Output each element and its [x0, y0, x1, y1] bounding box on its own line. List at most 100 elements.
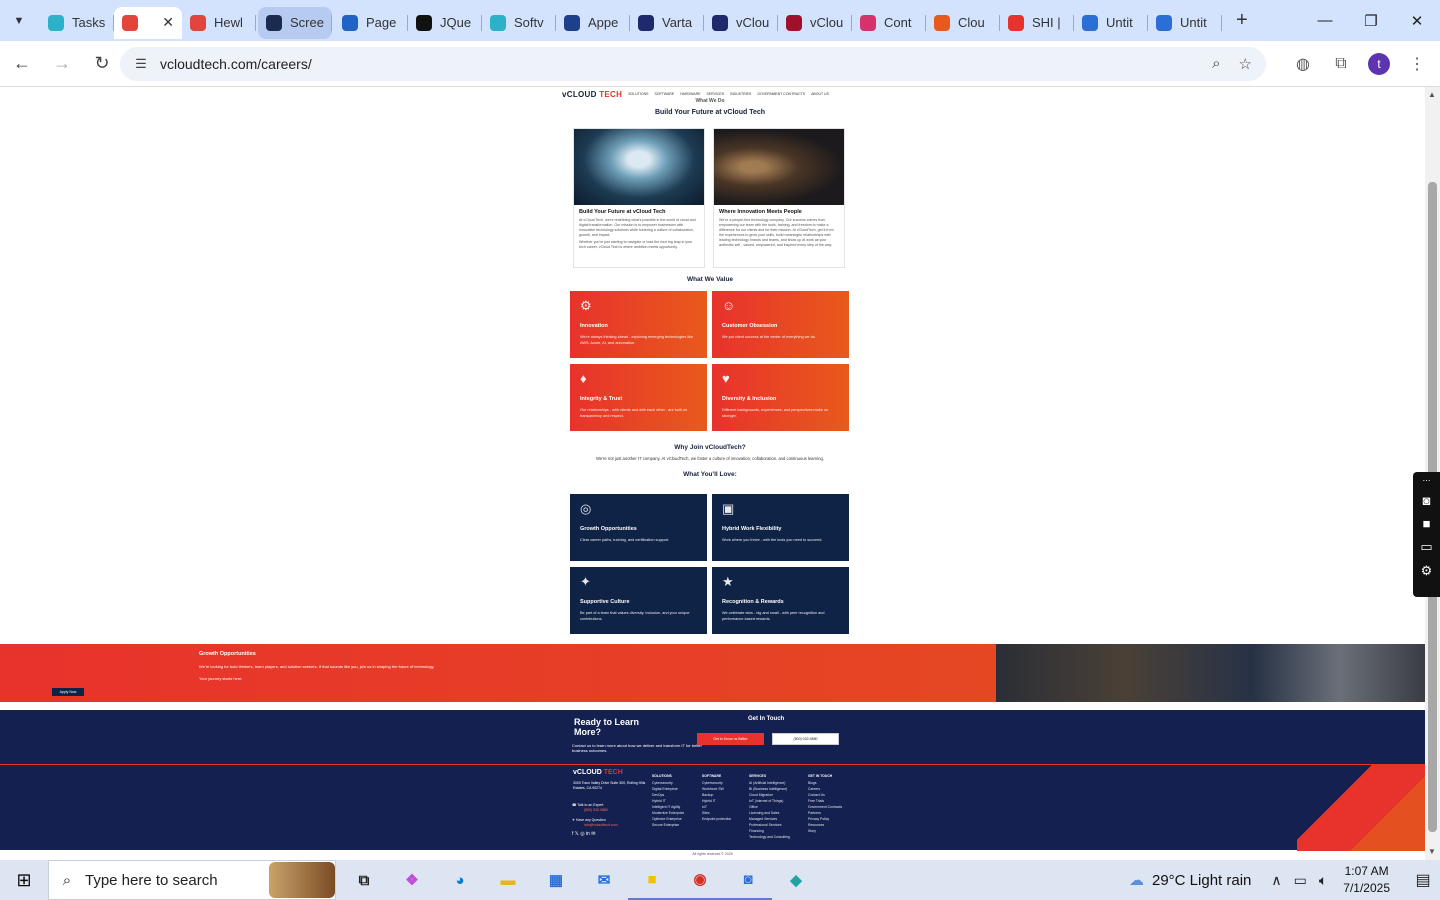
- cloud-city-image: [574, 129, 704, 205]
- tab-separator: [255, 14, 256, 31]
- browser-tab[interactable]: Untit: [1074, 7, 1148, 39]
- cta-section: Ready to Learn More? Contact us to learn…: [0, 710, 1425, 764]
- footer-email[interactable]: info@vcloudtech.com: [584, 823, 618, 828]
- back-button[interactable]: ←: [4, 46, 40, 82]
- footer-link[interactable]: Secure Enterprise: [652, 822, 684, 828]
- apply-now-button[interactable]: Apply Now: [52, 688, 84, 696]
- tab-favicon-icon: [266, 14, 282, 31]
- value-card: ⚙ Innovation We're always thinking ahead -…: [570, 291, 707, 358]
- site-nav-link[interactable]: GOVERNMENT CONTRACTS: [757, 92, 805, 96]
- browser-tab[interactable]: Scree: [258, 6, 332, 39]
- video-icon[interactable]: ■: [1423, 516, 1431, 531]
- chrome-icon[interactable]: ◉: [676, 860, 724, 900]
- phone-button[interactable]: (800) 032-9880: [772, 733, 839, 745]
- tab-list: Tasks ✕ Hewl Scree Page JQue Softv Appe Varta vCl…: [40, 0, 1222, 41]
- edge-icon[interactable]: ◕: [436, 860, 484, 900]
- volume-icon[interactable]: 🔈︎: [1319, 872, 1327, 889]
- zoom-icon[interactable]: ⌕: [1212, 55, 1220, 73]
- growth-banner: Growth Opportunities We're looking for b…: [0, 644, 1425, 702]
- start-button[interactable]: ⊞: [0, 860, 48, 900]
- url-text[interactable]: vcloudtech.com/careers/: [160, 56, 312, 72]
- copilot-icon[interactable]: ❖: [388, 860, 436, 900]
- browser-tab[interactable]: Varta: [630, 7, 704, 39]
- browser-tab[interactable]: Appe: [556, 7, 630, 39]
- browser-tab[interactable]: SHI |: [1000, 7, 1074, 39]
- browser-tab[interactable]: Hewl: [182, 7, 256, 39]
- footer-link[interactable]: Technology and Consulting: [749, 834, 790, 840]
- zoom-app-icon[interactable]: ◙: [724, 860, 772, 900]
- sticky-notes-icon[interactable]: ■: [628, 860, 676, 900]
- value-card-title: Growth Opportunities: [580, 526, 637, 532]
- browser-tab[interactable]: vClou: [778, 7, 852, 39]
- mail-icon[interactable]: ✉: [580, 860, 628, 900]
- translate-icon[interactable]: ◍: [1292, 54, 1314, 74]
- forward-button[interactable]: →: [44, 46, 80, 82]
- address-bar[interactable]: ☰ vcloudtech.com/careers/ ⌕ ☆: [120, 47, 1266, 81]
- widget-more-icon[interactable]: ⋯: [1423, 476, 1431, 485]
- innovation-icon: ⚙: [580, 298, 592, 313]
- tab-search-button[interactable]: ▼: [6, 8, 32, 34]
- tab-close-icon[interactable]: ✕: [162, 14, 174, 31]
- site-nav-link[interactable]: INDUSTRIES: [730, 92, 751, 96]
- browser-tab[interactable]: Cont: [852, 7, 926, 39]
- browser-tab[interactable]: Clou: [926, 7, 1000, 39]
- network-icon[interactable]: ▭: [1294, 872, 1307, 889]
- value-card-title: Hybrid Work Flexibility: [722, 526, 782, 532]
- footer-link[interactable]: Endpoint protection: [702, 816, 731, 822]
- footer-link[interactable]: Story: [808, 828, 842, 834]
- question-label: Have any Question: [575, 818, 606, 822]
- site-nav-link[interactable]: SERVICES: [706, 92, 724, 96]
- bookmark-star-icon[interactable]: ☆: [1239, 55, 1252, 73]
- tab-favicon-icon: [934, 14, 950, 31]
- chevron-up-icon[interactable]: ∧: [1271, 872, 1281, 889]
- browser-tab[interactable]: vClou: [704, 7, 778, 39]
- site-footer: vCLOUD TECH 3000 Town Valley Drive Suite…: [0, 764, 1425, 851]
- app-icon[interactable]: ◆: [772, 860, 820, 900]
- scroll-up-icon[interactable]: ▲: [1428, 90, 1436, 99]
- tab-favicon-icon: [1156, 14, 1172, 31]
- site-info-icon[interactable]: ☰: [126, 56, 156, 72]
- clock-date: 7/1/2025: [1343, 881, 1390, 895]
- site-nav-link[interactable]: SOLUTIONS: [628, 92, 648, 96]
- file-explorer-icon[interactable]: ▬: [484, 860, 532, 900]
- extensions-icon[interactable]: ⧉: [1330, 55, 1352, 73]
- browser-tab[interactable]: Softv: [482, 7, 556, 39]
- menu-icon[interactable]: ⋮: [1406, 54, 1428, 74]
- window-icon[interactable]: ▭: [1420, 539, 1432, 555]
- settings-gear-icon[interactable]: ⚙: [1421, 563, 1433, 579]
- minimize-button[interactable]: —: [1302, 0, 1348, 41]
- camera-icon[interactable]: ◙: [1423, 493, 1431, 508]
- browser-tab[interactable]: Untit: [1148, 7, 1222, 39]
- integrity-icon: ♦: [580, 371, 587, 386]
- clock[interactable]: 1:07 AM 7/1/2025: [1343, 863, 1390, 897]
- close-window-button[interactable]: ✕: [1394, 0, 1440, 41]
- browser-tab[interactable]: JQue: [408, 7, 482, 39]
- weather-widget[interactable]: ☁ 29°C Light rain: [1129, 871, 1251, 890]
- tab-title: Untit: [1106, 15, 1133, 30]
- task-view-icon[interactable]: ⧉: [340, 860, 388, 900]
- tab-title: JQue: [440, 15, 472, 30]
- browser-tab[interactable]: ✕: [114, 6, 182, 39]
- search-highlight-image[interactable]: [269, 862, 335, 898]
- site-nav-link[interactable]: SOFTWARE: [654, 92, 674, 96]
- growth-title: Growth Opportunities: [199, 651, 256, 657]
- maximize-button[interactable]: ❐: [1348, 0, 1394, 41]
- browser-tab[interactable]: Tasks: [40, 7, 114, 39]
- site-nav-link[interactable]: ABOUT US: [811, 92, 829, 96]
- notification-icon[interactable]: ▤: [1406, 870, 1440, 890]
- browser-tab[interactable]: Page: [334, 7, 408, 39]
- site-nav-link[interactable]: HARDWARE: [680, 92, 700, 96]
- value-card-text: Clear career paths, training, and certif…: [580, 538, 670, 542]
- new-tab-button[interactable]: +: [1236, 9, 1248, 32]
- scroll-down-icon[interactable]: ▼: [1428, 847, 1436, 856]
- taskbar-search[interactable]: ⌕ Type here to search: [48, 860, 336, 900]
- footer-phone[interactable]: (800) 032-9880: [584, 808, 618, 813]
- tab-favicon-icon: [786, 14, 802, 31]
- store-icon[interactable]: ▦: [532, 860, 580, 900]
- reload-button[interactable]: ↻: [84, 46, 120, 82]
- profile-avatar[interactable]: t: [1368, 53, 1390, 75]
- know-us-button[interactable]: Get to Know us Better: [697, 733, 764, 745]
- social-icons[interactable]: f 𝕏 ◎ in ✉: [572, 832, 618, 837]
- footer-logo[interactable]: vCLOUD TECH: [573, 769, 623, 776]
- values-heading: What We Value: [686, 276, 734, 283]
